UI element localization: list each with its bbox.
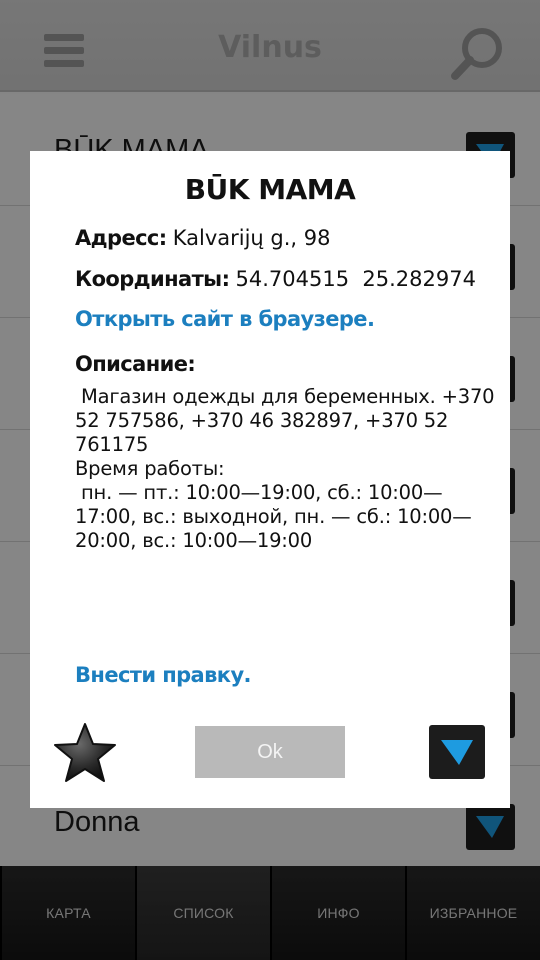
address-value: Kalvarijų g., 98 (172, 226, 331, 250)
place-details-dialog: BŪK MAMA Адресс: Kalvarijų g., 98 Коорди… (30, 151, 510, 808)
description-text: Магазин одежды для беременных. +370 52 7… (75, 385, 495, 552)
coordinates-label: Координаты: (75, 267, 230, 291)
dialog-title: BŪK MAMA (184, 173, 356, 206)
open-site-link[interactable]: Открыть сайт в браузере. (75, 307, 375, 331)
coordinates-row: Координаты: 54.704515 25.282974 (75, 266, 476, 292)
navigate-arrow-icon (441, 740, 473, 765)
address-label: Адресс: (75, 226, 167, 250)
suggest-edit-link[interactable]: Внести правку. (75, 663, 252, 687)
favorite-button[interactable] (53, 722, 117, 784)
address-row: Адресс: Kalvarijų g., 98 (75, 225, 331, 251)
coordinates-value: 54.704515 25.282974 (235, 267, 476, 291)
description-label: Описание: (75, 352, 196, 376)
star-icon (54, 723, 116, 782)
ok-button[interactable]: Ok (195, 726, 345, 778)
navigate-button[interactable] (429, 725, 485, 779)
